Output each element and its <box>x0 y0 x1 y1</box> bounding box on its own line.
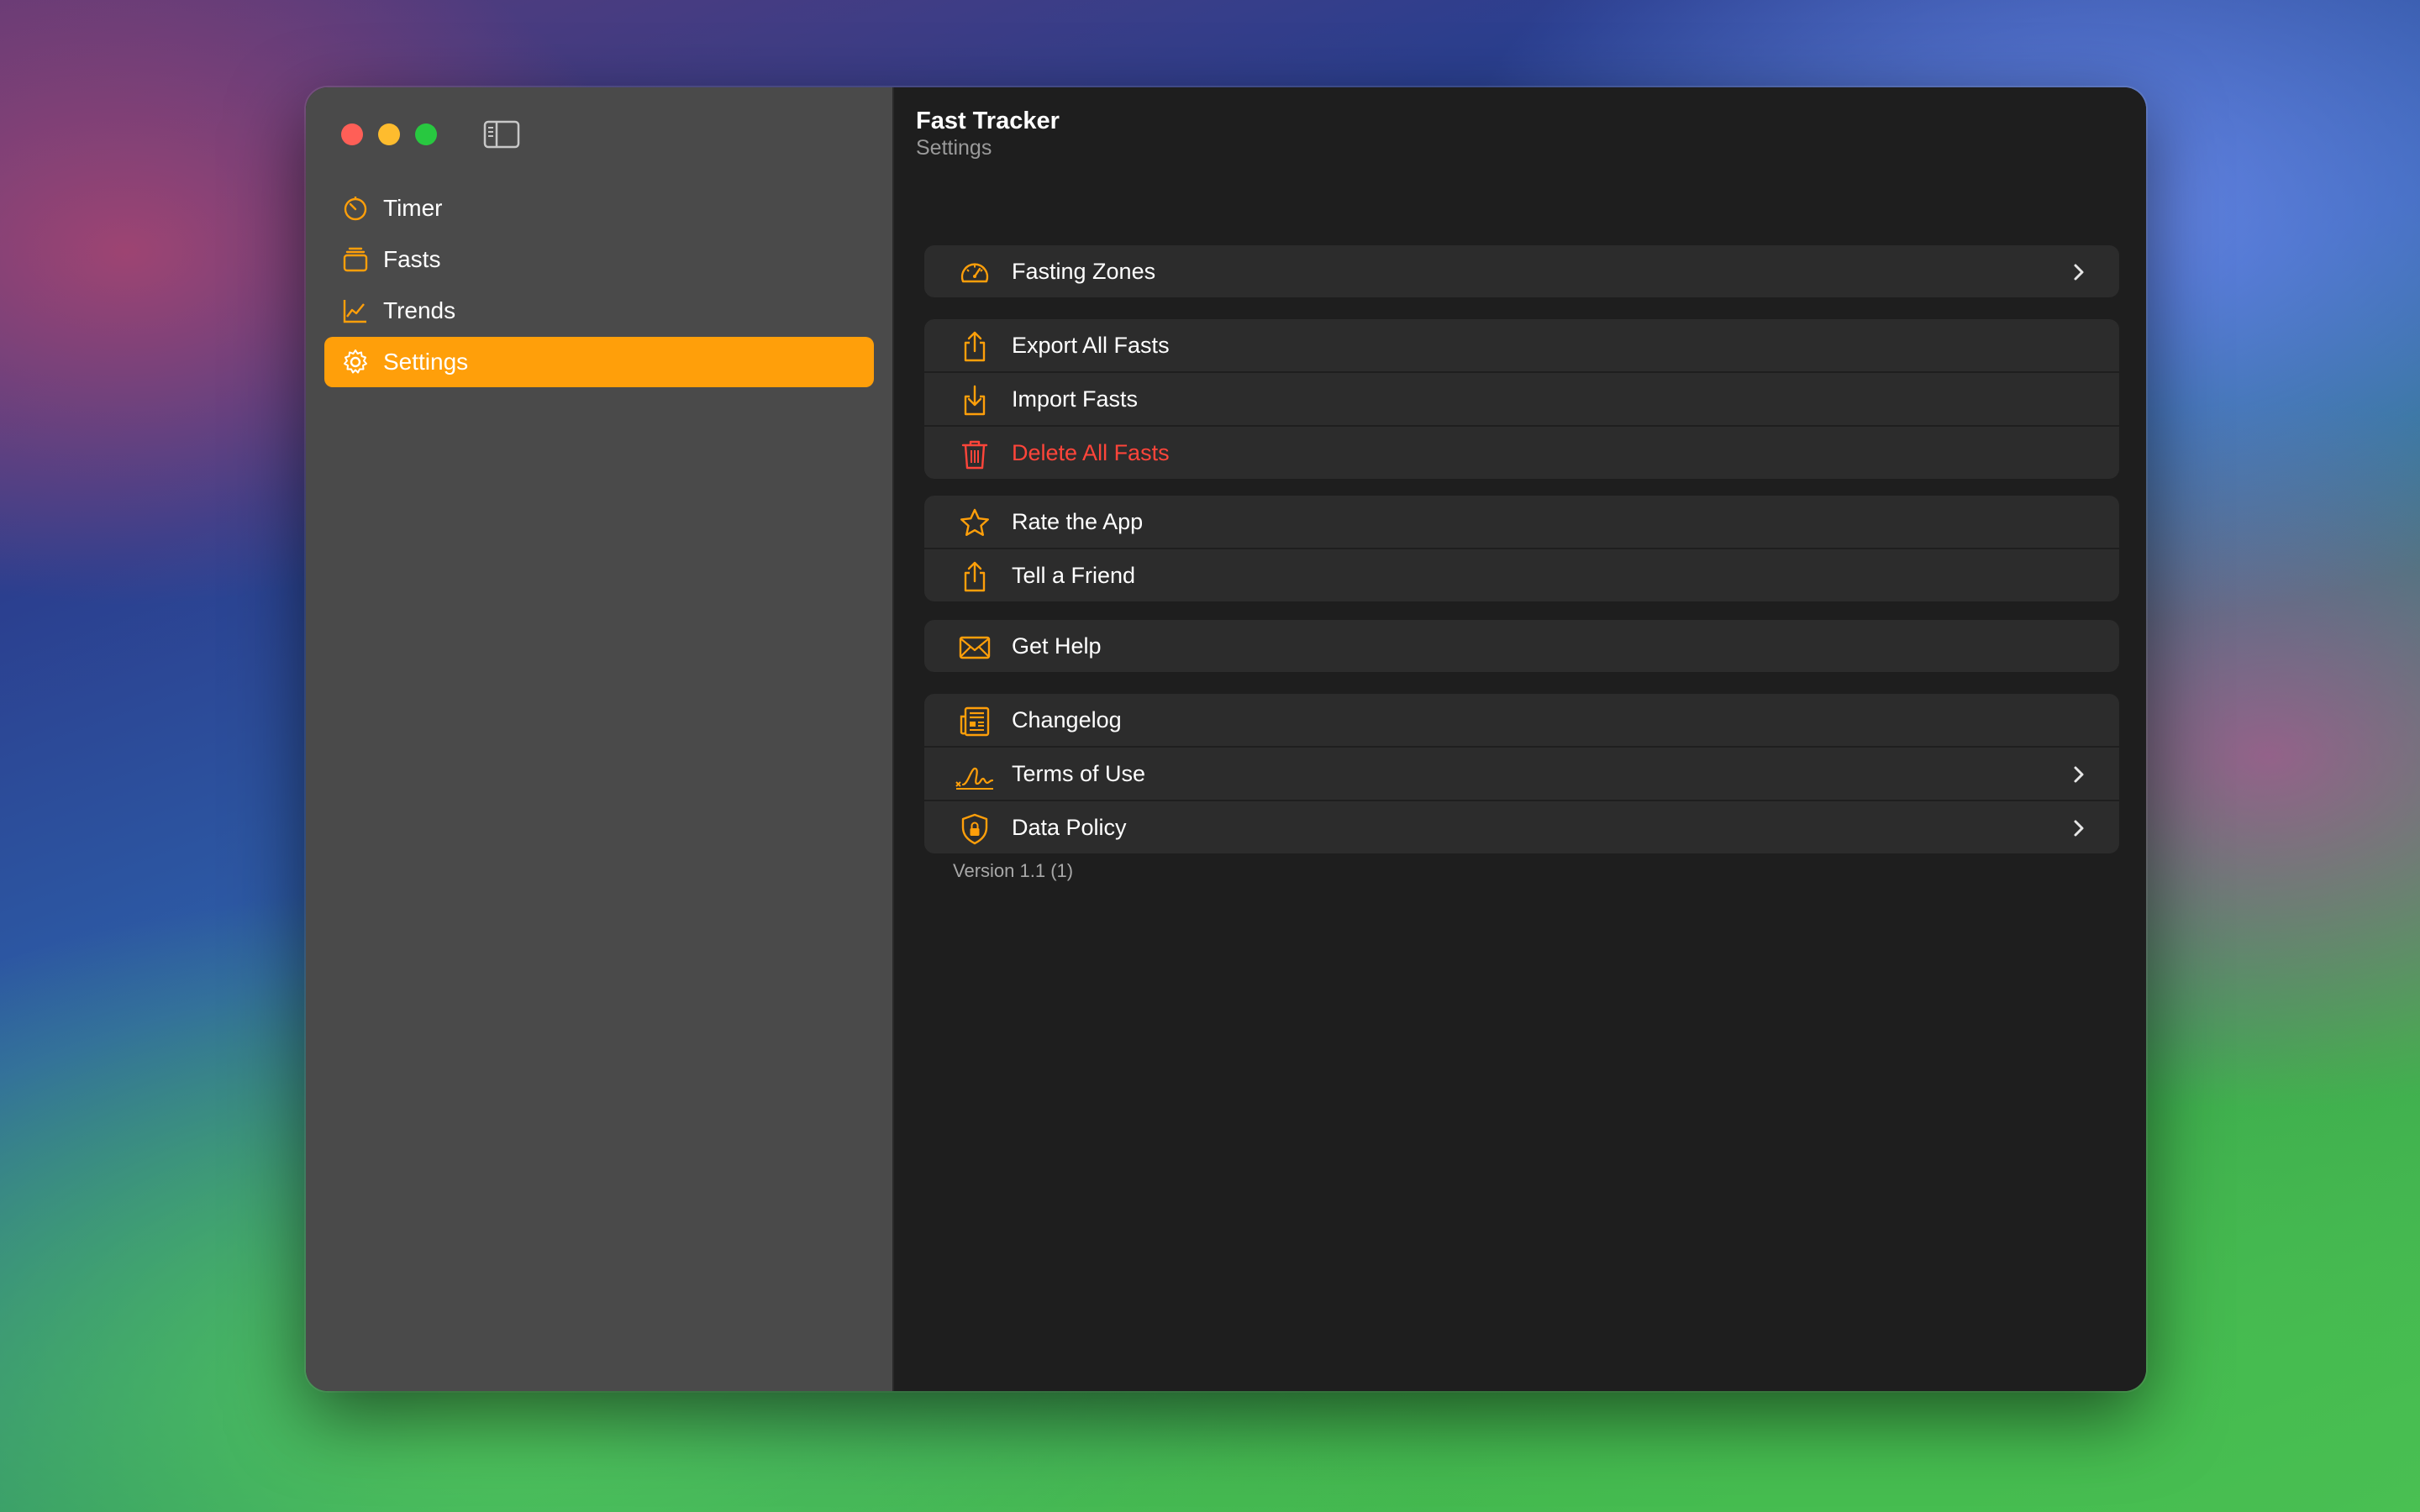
sidebar-item-timer[interactable]: Timer <box>324 183 874 234</box>
get-help-row[interactable]: Get Help <box>924 620 2119 672</box>
export-icon <box>958 330 992 364</box>
stack-icon <box>341 245 370 274</box>
terms-of-use-label: Terms of Use <box>1012 760 1146 786</box>
close-window-button[interactable] <box>341 123 363 145</box>
changelog-row[interactable]: Changelog <box>924 694 2119 746</box>
export-all-fasts-row[interactable]: Export All Fasts <box>924 319 2119 371</box>
rate-the-app-row[interactable]: Rate the App <box>924 496 2119 548</box>
fasting-zones-row[interactable]: Fasting Zones <box>924 245 2119 297</box>
import-icon <box>958 384 992 417</box>
delete-all-fasts-row[interactable]: Delete All Fasts <box>924 425 2119 479</box>
sidebar-toggle-icon[interactable] <box>482 119 521 150</box>
settings-group-share: Rate the App Tell a Friend <box>924 496 2119 601</box>
data-policy-label: Data Policy <box>1012 814 1127 840</box>
settings-group-help: Get Help <box>924 620 2119 672</box>
share-icon <box>958 560 992 594</box>
export-all-fasts-label: Export All Fasts <box>1012 332 1170 358</box>
rate-the-app-label: Rate the App <box>1012 508 1144 534</box>
newspaper-icon <box>958 705 992 738</box>
speedometer-icon <box>958 256 992 290</box>
terms-of-use-row[interactable]: Terms of Use <box>924 746 2119 800</box>
import-fasts-label: Import Fasts <box>1012 386 1139 412</box>
app-window: Timer Fasts Trends Settings Fast Tracker… <box>306 87 2146 1391</box>
page-subtitle: Settings <box>916 136 992 160</box>
main-content: Fast Tracker Settings Fasting Zones Expo… <box>894 87 2146 1391</box>
chevron-right-icon <box>2070 262 2087 282</box>
version-label: Version 1.1 (1) <box>953 860 1074 881</box>
get-help-label: Get Help <box>1012 633 1102 659</box>
shield-lock-icon <box>958 812 992 846</box>
settings-group-info: Changelog Terms of Use Data Policy <box>924 694 2119 853</box>
trash-icon <box>958 438 992 471</box>
page-title: Fast Tracker <box>916 108 1060 134</box>
sidebar: Timer Fasts Trends Settings <box>306 87 894 1391</box>
import-fasts-row[interactable]: Import Fasts <box>924 371 2119 425</box>
sidebar-nav: Timer Fasts Trends Settings <box>324 183 874 388</box>
tell-a-friend-row[interactable]: Tell a Friend <box>924 548 2119 601</box>
minimize-window-button[interactable] <box>378 123 400 145</box>
sidebar-item-trends[interactable]: Trends <box>324 286 874 336</box>
sidebar-item-settings[interactable]: Settings <box>324 337 874 387</box>
data-policy-row[interactable]: Data Policy <box>924 800 2119 853</box>
tell-a-friend-label: Tell a Friend <box>1012 562 1136 588</box>
chevron-right-icon <box>2070 818 2087 838</box>
star-icon <box>958 507 992 540</box>
sidebar-item-fasts[interactable]: Fasts <box>324 234 874 285</box>
gear-icon <box>341 348 370 376</box>
fasting-zones-label: Fasting Zones <box>1012 258 1156 284</box>
sidebar-item-label: Timer <box>383 195 443 221</box>
settings-group-data: Export All Fasts Import Fasts Delete All… <box>924 319 2119 479</box>
signature-icon <box>955 759 995 792</box>
timer-icon <box>341 194 370 223</box>
changelog-label: Changelog <box>1012 706 1122 732</box>
chart-line-icon <box>341 297 370 325</box>
sidebar-item-label: Fasts <box>383 246 441 272</box>
chevron-right-icon <box>2070 764 2087 785</box>
sidebar-item-label: Settings <box>383 349 469 375</box>
sidebar-item-label: Trends <box>383 297 456 323</box>
envelope-icon <box>958 631 992 664</box>
delete-all-fasts-label: Delete All Fasts <box>1012 439 1170 465</box>
settings-group-zones: Fasting Zones <box>924 245 2119 297</box>
maximize-window-button[interactable] <box>415 123 437 145</box>
